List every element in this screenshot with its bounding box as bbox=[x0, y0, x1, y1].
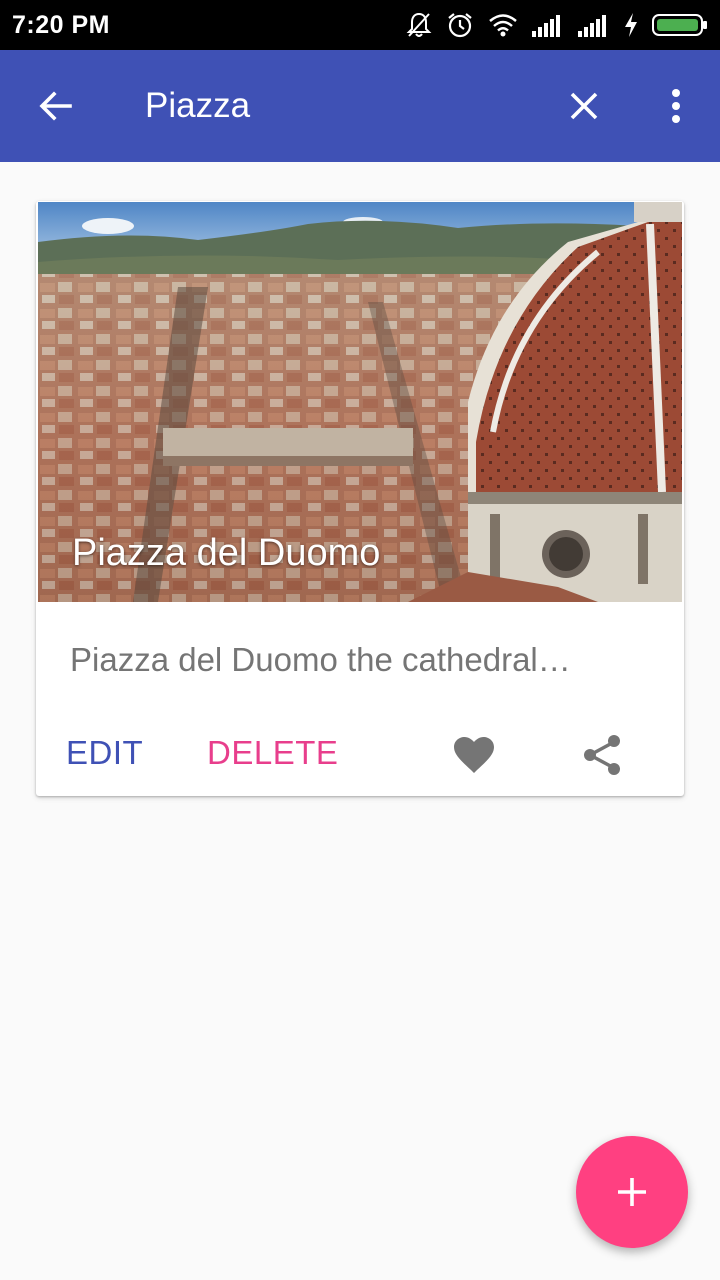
app-bar: Piazza bbox=[0, 50, 720, 162]
favorite-button[interactable] bbox=[448, 731, 500, 779]
signal-icon bbox=[578, 13, 610, 37]
card-image[interactable]: Piazza del Duomo bbox=[38, 202, 682, 602]
heart-icon bbox=[454, 737, 494, 773]
plus-icon bbox=[618, 1178, 646, 1206]
close-button[interactable] bbox=[556, 78, 612, 134]
charging-icon bbox=[624, 13, 638, 37]
notifications-off-icon bbox=[406, 11, 432, 39]
card-image-title: Piazza del Duomo bbox=[72, 532, 381, 574]
card-actions: EDIT DELETE bbox=[36, 721, 684, 791]
place-card[interactable]: Piazza del Duomo Piazza del Duomo the ca… bbox=[36, 201, 684, 796]
alarm-icon bbox=[446, 11, 474, 39]
more-vert-icon bbox=[672, 89, 680, 123]
status-bar: 7:20 PM bbox=[0, 0, 720, 50]
status-icons bbox=[406, 9, 708, 41]
add-place-button[interactable] bbox=[576, 1136, 688, 1248]
wifi-icon bbox=[488, 13, 518, 37]
share-button[interactable] bbox=[576, 729, 628, 781]
edit-button[interactable]: EDIT bbox=[66, 734, 143, 772]
more-options-button[interactable] bbox=[648, 78, 704, 134]
page-title: Piazza bbox=[145, 86, 251, 125]
close-icon bbox=[570, 92, 598, 120]
card-description: Piazza del Duomo the cathedral… bbox=[70, 641, 571, 678]
status-time: 7:20 PM bbox=[12, 11, 110, 39]
signal-icon bbox=[532, 13, 564, 37]
share-icon bbox=[584, 735, 620, 775]
back-button[interactable] bbox=[28, 78, 84, 134]
delete-button[interactable]: DELETE bbox=[207, 734, 338, 772]
battery-icon bbox=[652, 13, 708, 37]
arrow-back-icon bbox=[39, 91, 72, 121]
